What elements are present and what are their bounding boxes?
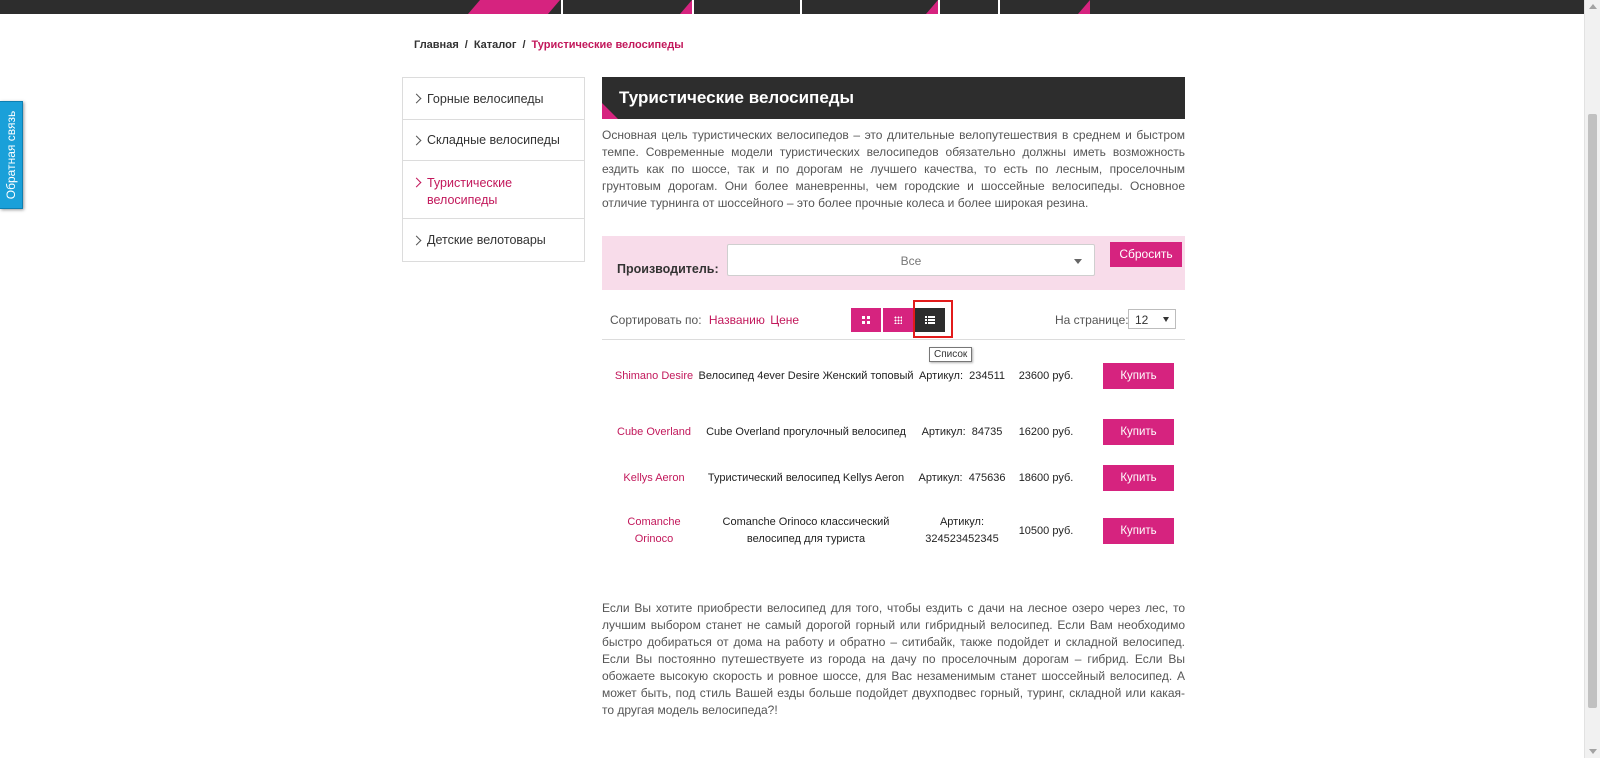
category-description: Основная цель туристических велосипедов … [602,128,1185,210]
product-row: Comanche Orinoco Comanche Orinoco класси… [602,513,1185,557]
sku-label: Артикул: [918,471,963,484]
sku-value: 324523452345 [925,533,999,545]
buy-button[interactable]: Купить [1103,363,1174,389]
product-sku: Артикул: 475636 [916,458,1008,498]
nav-decor [680,0,692,14]
grid-small-icon [894,316,902,324]
view-grid-small-button[interactable] [883,308,913,332]
buy-button[interactable]: Купить [1103,518,1174,544]
nav-decor [926,0,938,14]
breadcrumb-separator: / [522,39,526,51]
sku-label: Артикул: [939,516,985,528]
page-title: Туристические велосипеды [619,88,855,107]
breadcrumb-catalog[interactable]: Каталог [474,39,517,51]
sort-label: Сортировать по: [610,313,702,327]
product-price: 10500 руб. [1018,524,1074,537]
nav-separator [692,0,694,14]
product-row: Cube Overland Cube Overland прогулочный … [602,412,1185,452]
buy-button[interactable]: Купить [1103,465,1174,491]
product-name-link[interactable]: Comanche Orinoco [610,513,698,549]
buy-button[interactable]: Купить [1103,419,1174,445]
category-sidebar: Горные велосипеды Складные велосипеды Ту… [402,77,585,262]
highlight-box [913,300,953,338]
nav-item-active[interactable] [480,0,548,14]
product-name-link[interactable]: Shimano Desire [610,356,698,396]
sku-value: 475636 [968,471,1006,484]
reset-filter-button[interactable]: Сбросить [1110,242,1182,267]
grid-large-icon [862,316,870,324]
sidebar-item-kids[interactable]: Детские велотовары [403,219,584,261]
sku-value: 84735 [971,425,1003,438]
per-page-label: На странице: [1055,313,1129,327]
sidebar-item-label: Туристические велосипеды [427,176,513,207]
top-nav-bar [0,0,1584,14]
sort-by-name-link[interactable]: Названию [709,313,765,327]
chevron-right-icon [411,135,422,145]
product-title: Велосипед 4ever Desire Женский топовый [698,369,914,382]
page-scrollbar[interactable] [1584,0,1600,758]
chevron-right-icon [411,93,422,104]
per-page-value: 12 [1135,313,1149,327]
product-title: Cube Overland прогулочный велосипед [706,425,906,438]
product-price: 18600 руб. [1018,471,1074,484]
product-row: Shimano Desire Велосипед 4ever Desire Же… [602,356,1185,396]
feedback-tab[interactable]: Обратная связь [0,101,23,209]
caret-down-icon [1163,317,1169,322]
divider [602,339,1185,340]
sidebar-item-label: Детские велотовары [427,233,546,247]
feedback-label: Обратная связь [4,110,18,200]
view-grid-large-button[interactable] [851,308,881,332]
seo-text: Если Вы хотите приобрести велосипед для … [602,601,1185,717]
sidebar-item-folding[interactable]: Складные велосипеды [403,120,584,161]
breadcrumb: Главная / Каталог / Туристические велосипеды [414,39,684,51]
chevron-right-icon [411,235,422,245]
nav-separator [938,0,940,14]
sort-bar: Сортировать по: Названию Цене [610,313,799,327]
chevron-right-icon [411,177,422,188]
sidebar-item-mountain[interactable]: Горные велосипеды [403,78,584,120]
nav-decor [468,0,480,14]
product-price: 16200 руб. [1018,425,1074,438]
breadcrumb-current: Туристические велосипеды [531,39,684,51]
nav-decor [548,0,560,14]
sku-value: 234511 [969,369,1006,382]
product-sku: Артикул: 84735 [916,412,1008,452]
breadcrumb-separator: / [464,39,468,51]
product-title: Туристический велосипед Kellys Aeron [707,471,905,484]
product-name-link[interactable]: Cube Overland [610,412,698,452]
manufacturer-select-value: Все [900,254,922,268]
nav-separator [561,0,563,14]
per-page-select[interactable]: 12 [1128,309,1176,329]
caret-down-icon [1074,259,1082,264]
sku-label: Артикул: [921,425,966,438]
scroll-down-icon[interactable] [1589,749,1597,754]
page-title-banner: Туристические велосипеды [602,77,1185,119]
scrollbar-thumb[interactable] [1588,114,1597,708]
sort-by-price-link[interactable]: Цене [770,313,799,327]
manufacturer-select[interactable]: Все [727,244,1095,276]
nav-decor [1078,0,1090,14]
breadcrumb-home[interactable]: Главная [414,39,459,51]
product-title: Comanche Orinoco классический велосипед … [722,516,890,545]
title-corner-decor [602,103,618,119]
scroll-up-icon[interactable] [1589,4,1597,9]
manufacturer-label: Производитель: [617,262,719,276]
nav-separator [800,0,802,14]
product-row: Kellys Aeron Туристический велосипед Kel… [602,458,1185,498]
sidebar-item-touring[interactable]: Туристические велосипеды [403,161,584,219]
product-sku: Артикул: 324523452345 [916,513,1008,549]
product-name-link[interactable]: Kellys Aeron [610,458,698,498]
filter-panel: Производитель: Все Сбросить [602,236,1185,290]
product-price: 23600 руб. [1018,369,1074,382]
sidebar-item-label: Горные велосипеды [427,91,544,106]
sku-label: Артикул: [918,369,964,382]
product-sku: Артикул: 234511 [916,356,1008,396]
sidebar-item-label: Складные велосипеды [427,133,560,147]
nav-separator [998,0,1000,14]
